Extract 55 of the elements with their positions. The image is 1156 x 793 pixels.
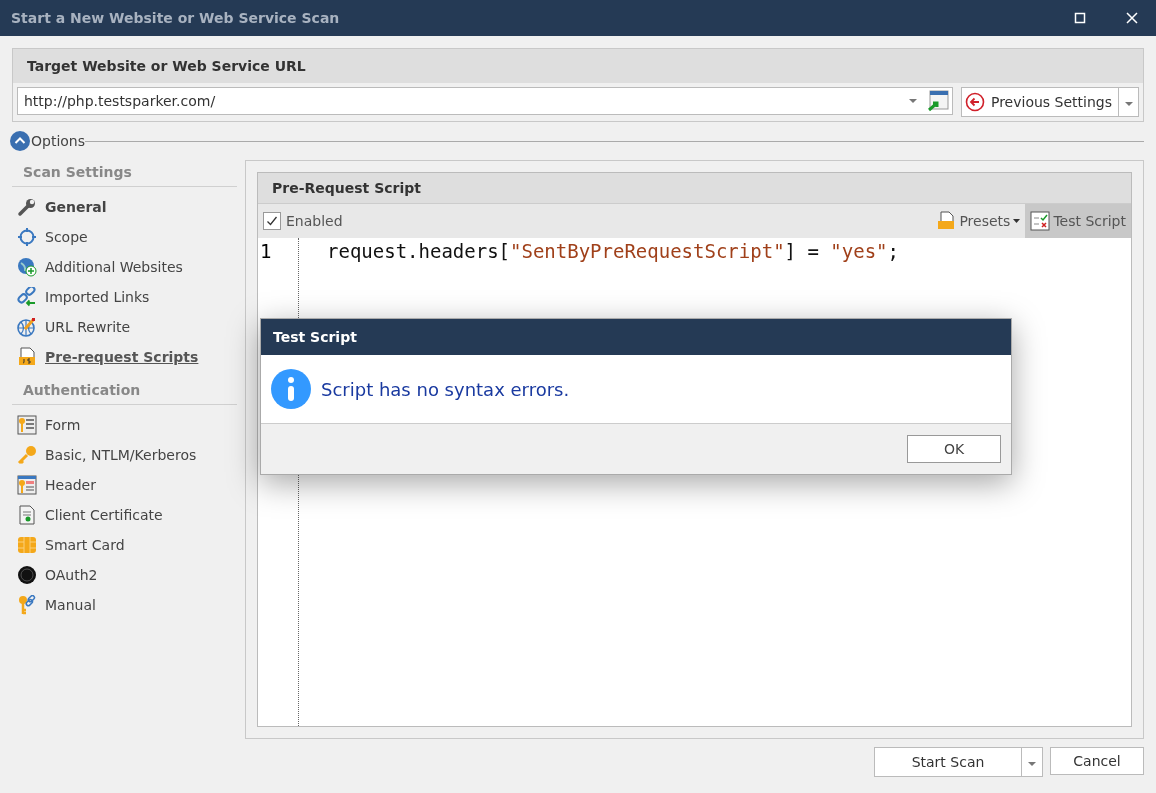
collapse-icon[interactable] xyxy=(10,131,30,151)
js-icon xyxy=(17,347,37,367)
caret-icon xyxy=(1013,219,1021,223)
sidebar-item[interactable]: Client Certificate xyxy=(12,500,237,530)
section-heading: Scan Settings xyxy=(12,160,237,187)
sidebar-item[interactable]: Additional Websites xyxy=(12,252,237,282)
script-file-icon xyxy=(936,211,957,231)
url-field[interactable]: http://php.testsparker.com/ xyxy=(17,87,953,115)
sidebar-item[interactable]: Scope xyxy=(12,222,237,252)
checkbox-label: Enabled xyxy=(286,213,343,229)
wrench-icon xyxy=(17,197,37,217)
line-number: 1 xyxy=(259,240,273,262)
key-link-icon xyxy=(17,595,37,615)
test-script-button[interactable]: Test Script xyxy=(1025,204,1131,238)
info-icon xyxy=(271,369,311,409)
sidebar-item[interactable]: Basic, NTLM/Kerberos xyxy=(12,440,237,470)
panel-heading: Pre-Request Script xyxy=(272,180,421,196)
sidebar-item[interactable]: Form xyxy=(12,410,237,440)
link-icon xyxy=(17,287,37,307)
ok-button[interactable]: OK xyxy=(907,435,1001,463)
close-icon[interactable] xyxy=(1126,12,1138,24)
sidebar-item[interactable]: Pre-request Scripts xyxy=(12,342,237,372)
chip-icon xyxy=(17,535,37,555)
window-title: Start a New Website or Web Service Scan xyxy=(11,10,340,26)
open-browser-icon[interactable] xyxy=(926,90,949,112)
code-line: request.headers["SentByPreRequestScript"] = "yes"; xyxy=(327,240,899,262)
sidebar-item[interactable]: URL Rewrite xyxy=(12,312,237,342)
globe-pen-icon xyxy=(17,317,37,337)
caret-icon xyxy=(1028,761,1036,767)
dropdown-arrow-icon[interactable] xyxy=(908,98,917,104)
form-icon xyxy=(17,415,37,435)
certificate-icon xyxy=(17,505,37,525)
cancel-button[interactable]: Cancel xyxy=(1050,747,1144,775)
sidebar-item[interactable]: Manual xyxy=(12,590,237,620)
check-icon xyxy=(265,214,279,228)
sidebar-item[interactable]: Smart Card xyxy=(12,530,237,560)
options-label: Options xyxy=(31,133,86,149)
dialog-title: Test Script xyxy=(273,329,357,345)
sidebar-item[interactable]: OAuth2 xyxy=(12,560,237,590)
presets-button[interactable]: Presets xyxy=(931,204,1026,238)
caret-icon xyxy=(1125,101,1133,107)
code-editor[interactable]: 1 request.headers["SentByPreRequestScript"] = "yes"; Test Script Script has no syntax errors. OK xyxy=(258,238,1131,726)
target-icon xyxy=(17,227,37,247)
dialog-message: Script has no syntax errors. xyxy=(321,378,570,400)
maximize-icon[interactable] xyxy=(1074,12,1086,24)
globe-plus-icon xyxy=(17,257,37,277)
section-heading: Target Website or Web Service URL xyxy=(27,58,306,74)
sidebar-item[interactable]: Imported Links xyxy=(12,282,237,312)
sidebar-item[interactable]: Header xyxy=(12,470,237,500)
enabled-checkbox[interactable] xyxy=(263,212,281,230)
sidebar-item[interactable]: General xyxy=(12,192,237,222)
section-heading: Authentication xyxy=(12,378,237,405)
header-icon xyxy=(17,475,37,495)
test-script-icon xyxy=(1030,211,1051,231)
key-icon xyxy=(17,445,37,465)
